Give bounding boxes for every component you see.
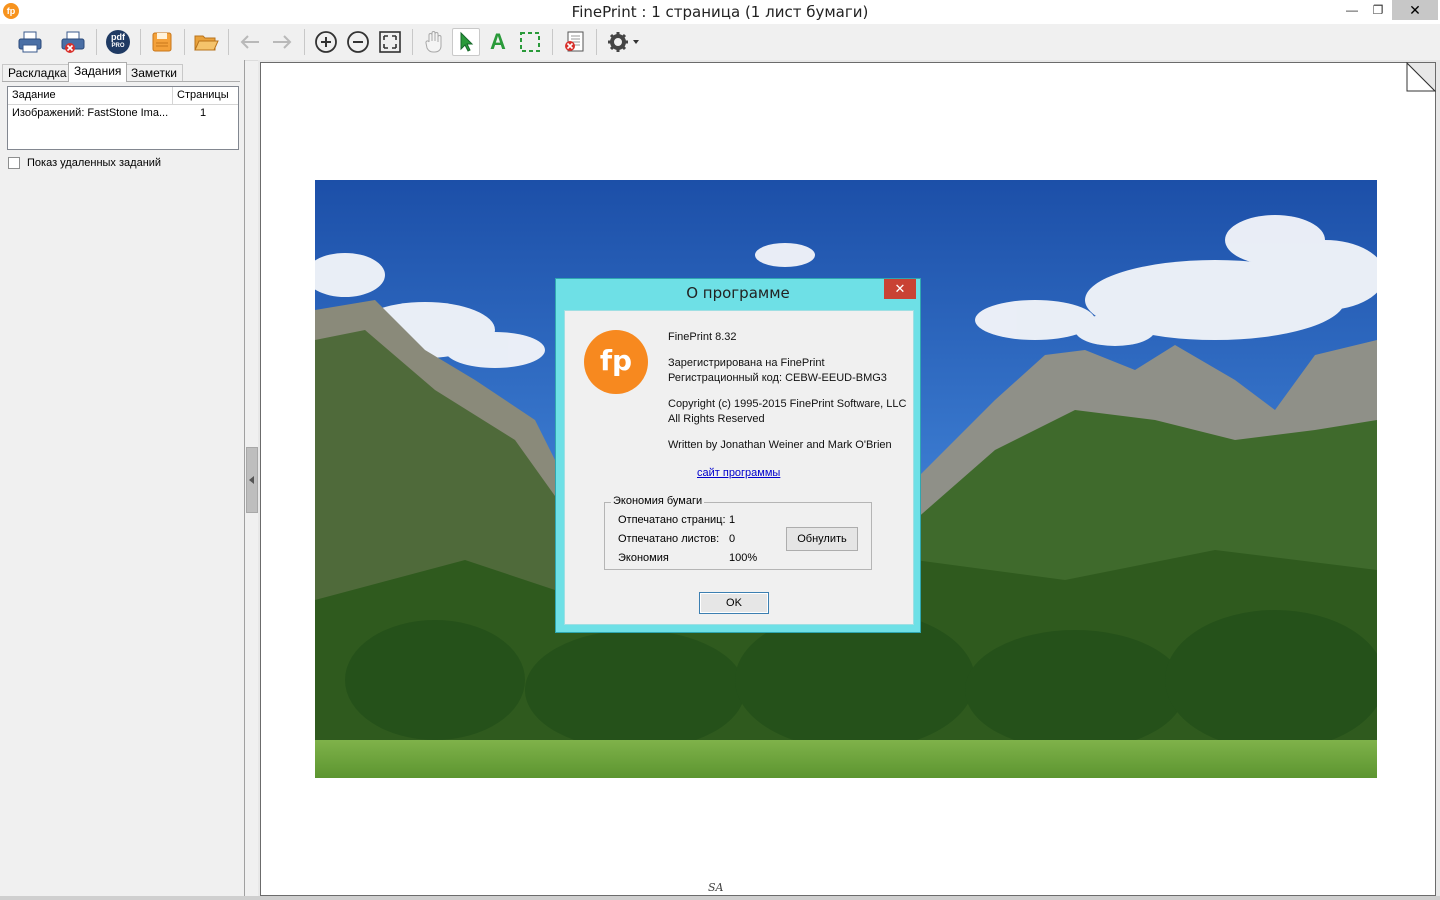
economy-value: 100% (729, 552, 758, 564)
economy-label: Экономия (618, 552, 669, 564)
tab-layout[interactable]: Раскладка (2, 64, 73, 82)
jobs-list[interactable]: Задание Страницы Изображений: FastStone … (7, 86, 239, 150)
authors-text: Written by Jonathan Weiner and Mark O'Br… (668, 439, 892, 451)
left-pane: Раскладка Задания Заметки Задание Страни… (0, 60, 245, 900)
pages-printed-value: 1 (729, 514, 736, 526)
forward-arrow-icon[interactable] (268, 28, 296, 56)
table-row[interactable]: Изображений: FastStone Ima... 1 (8, 107, 238, 123)
jobs-list-header: Задание Страницы (8, 87, 238, 105)
about-dialog: О программе ✕ fp FinePrint 8.32 Зарегист… (555, 278, 921, 633)
pdf-pro-icon[interactable]: pdf PRO (104, 28, 132, 56)
pane-splitter[interactable] (246, 447, 258, 513)
minimize-button[interactable]: — (1338, 0, 1366, 20)
pdf-label: pdf (111, 32, 125, 42)
show-deleted-label: Показ удаленных заданий (27, 157, 162, 169)
open-folder-icon[interactable] (192, 28, 220, 56)
ok-button[interactable]: OK (699, 592, 769, 614)
site-link[interactable]: сайт программы (697, 467, 780, 479)
toolbar-separator (412, 29, 413, 55)
text-tool-icon[interactable]: A (484, 28, 512, 56)
window-title: FinePrint : 1 страница (1 лист бумаги) (571, 3, 869, 21)
save-icon[interactable] (148, 28, 176, 56)
status-bar (0, 896, 1440, 900)
page-fold-icon (1406, 62, 1436, 92)
dialog-title: О программе (686, 284, 790, 302)
jobs-panel: Задание Страницы Изображений: FastStone … (2, 81, 240, 900)
show-deleted-checkbox[interactable] (8, 157, 20, 169)
restore-button[interactable]: ❐ (1364, 0, 1392, 20)
print-delete-icon[interactable] (60, 28, 88, 56)
show-deleted-row[interactable]: Показ удаленных заданий (8, 156, 161, 170)
reset-button[interactable]: Обнулить (786, 527, 858, 551)
registered-text: Зарегистрирована на FinePrint (668, 357, 825, 369)
zoom-out-icon[interactable] (344, 28, 372, 56)
reg-code-text: Регистрационный код: CEBW-EEUD-BMG3 (668, 372, 887, 384)
delete-page-icon[interactable] (560, 28, 588, 56)
select-arrow-icon[interactable] (452, 28, 480, 56)
fineprint-logo: fp (584, 330, 648, 394)
zoom-in-icon[interactable] (312, 28, 340, 56)
savings-group-label: Экономия бумаги (611, 495, 705, 507)
toolbar-separator (184, 29, 185, 55)
column-header-job[interactable]: Задание (8, 87, 173, 104)
toolbar-separator (304, 29, 305, 55)
toolbar: pdf PRO A (0, 24, 1440, 61)
column-header-pages[interactable]: Страницы (173, 87, 239, 104)
back-arrow-icon[interactable] (236, 28, 264, 56)
marquee-select-icon[interactable] (516, 28, 544, 56)
hand-icon[interactable] (420, 28, 448, 56)
version-text: FinePrint 8.32 (668, 331, 737, 343)
tab-jobs[interactable]: Задания (68, 62, 128, 82)
settings-icon[interactable] (604, 28, 644, 56)
sheets-printed-value: 0 (729, 533, 736, 545)
page-footer-mark: SA (708, 881, 724, 894)
pages-printed-label: Отпечатано страниц: (618, 514, 726, 526)
job-name: Изображений: FastStone Ima... (12, 107, 169, 119)
toolbar-separator (552, 29, 553, 55)
fit-page-icon[interactable] (376, 28, 404, 56)
toolbar-separator (140, 29, 141, 55)
job-pages: 1 (200, 107, 207, 119)
pdf-sub-label: PRO (111, 43, 125, 49)
paper-savings-group: Экономия бумаги Отпечатано страниц: 1 От… (604, 495, 872, 570)
toolbar-separator (596, 29, 597, 55)
toolbar-separator (96, 29, 97, 55)
tab-notes[interactable]: Заметки (125, 64, 183, 82)
copyright-text: Copyright (c) 1995-2015 FinePrint Softwa… (668, 398, 907, 410)
toolbar-separator (228, 29, 229, 55)
sheets-printed-label: Отпечатано листов: (618, 533, 720, 545)
rights-text: All Rights Reserved (668, 413, 765, 425)
title-bar: fp FinePrint : 1 страница (1 лист бумаги… (0, 0, 1440, 24)
close-window-button[interactable]: ✕ (1392, 0, 1438, 20)
dialog-close-button[interactable]: ✕ (884, 279, 916, 299)
print-icon[interactable] (16, 28, 44, 56)
dialog-body: fp FinePrint 8.32 Зарегистрирована на Fi… (564, 310, 914, 625)
